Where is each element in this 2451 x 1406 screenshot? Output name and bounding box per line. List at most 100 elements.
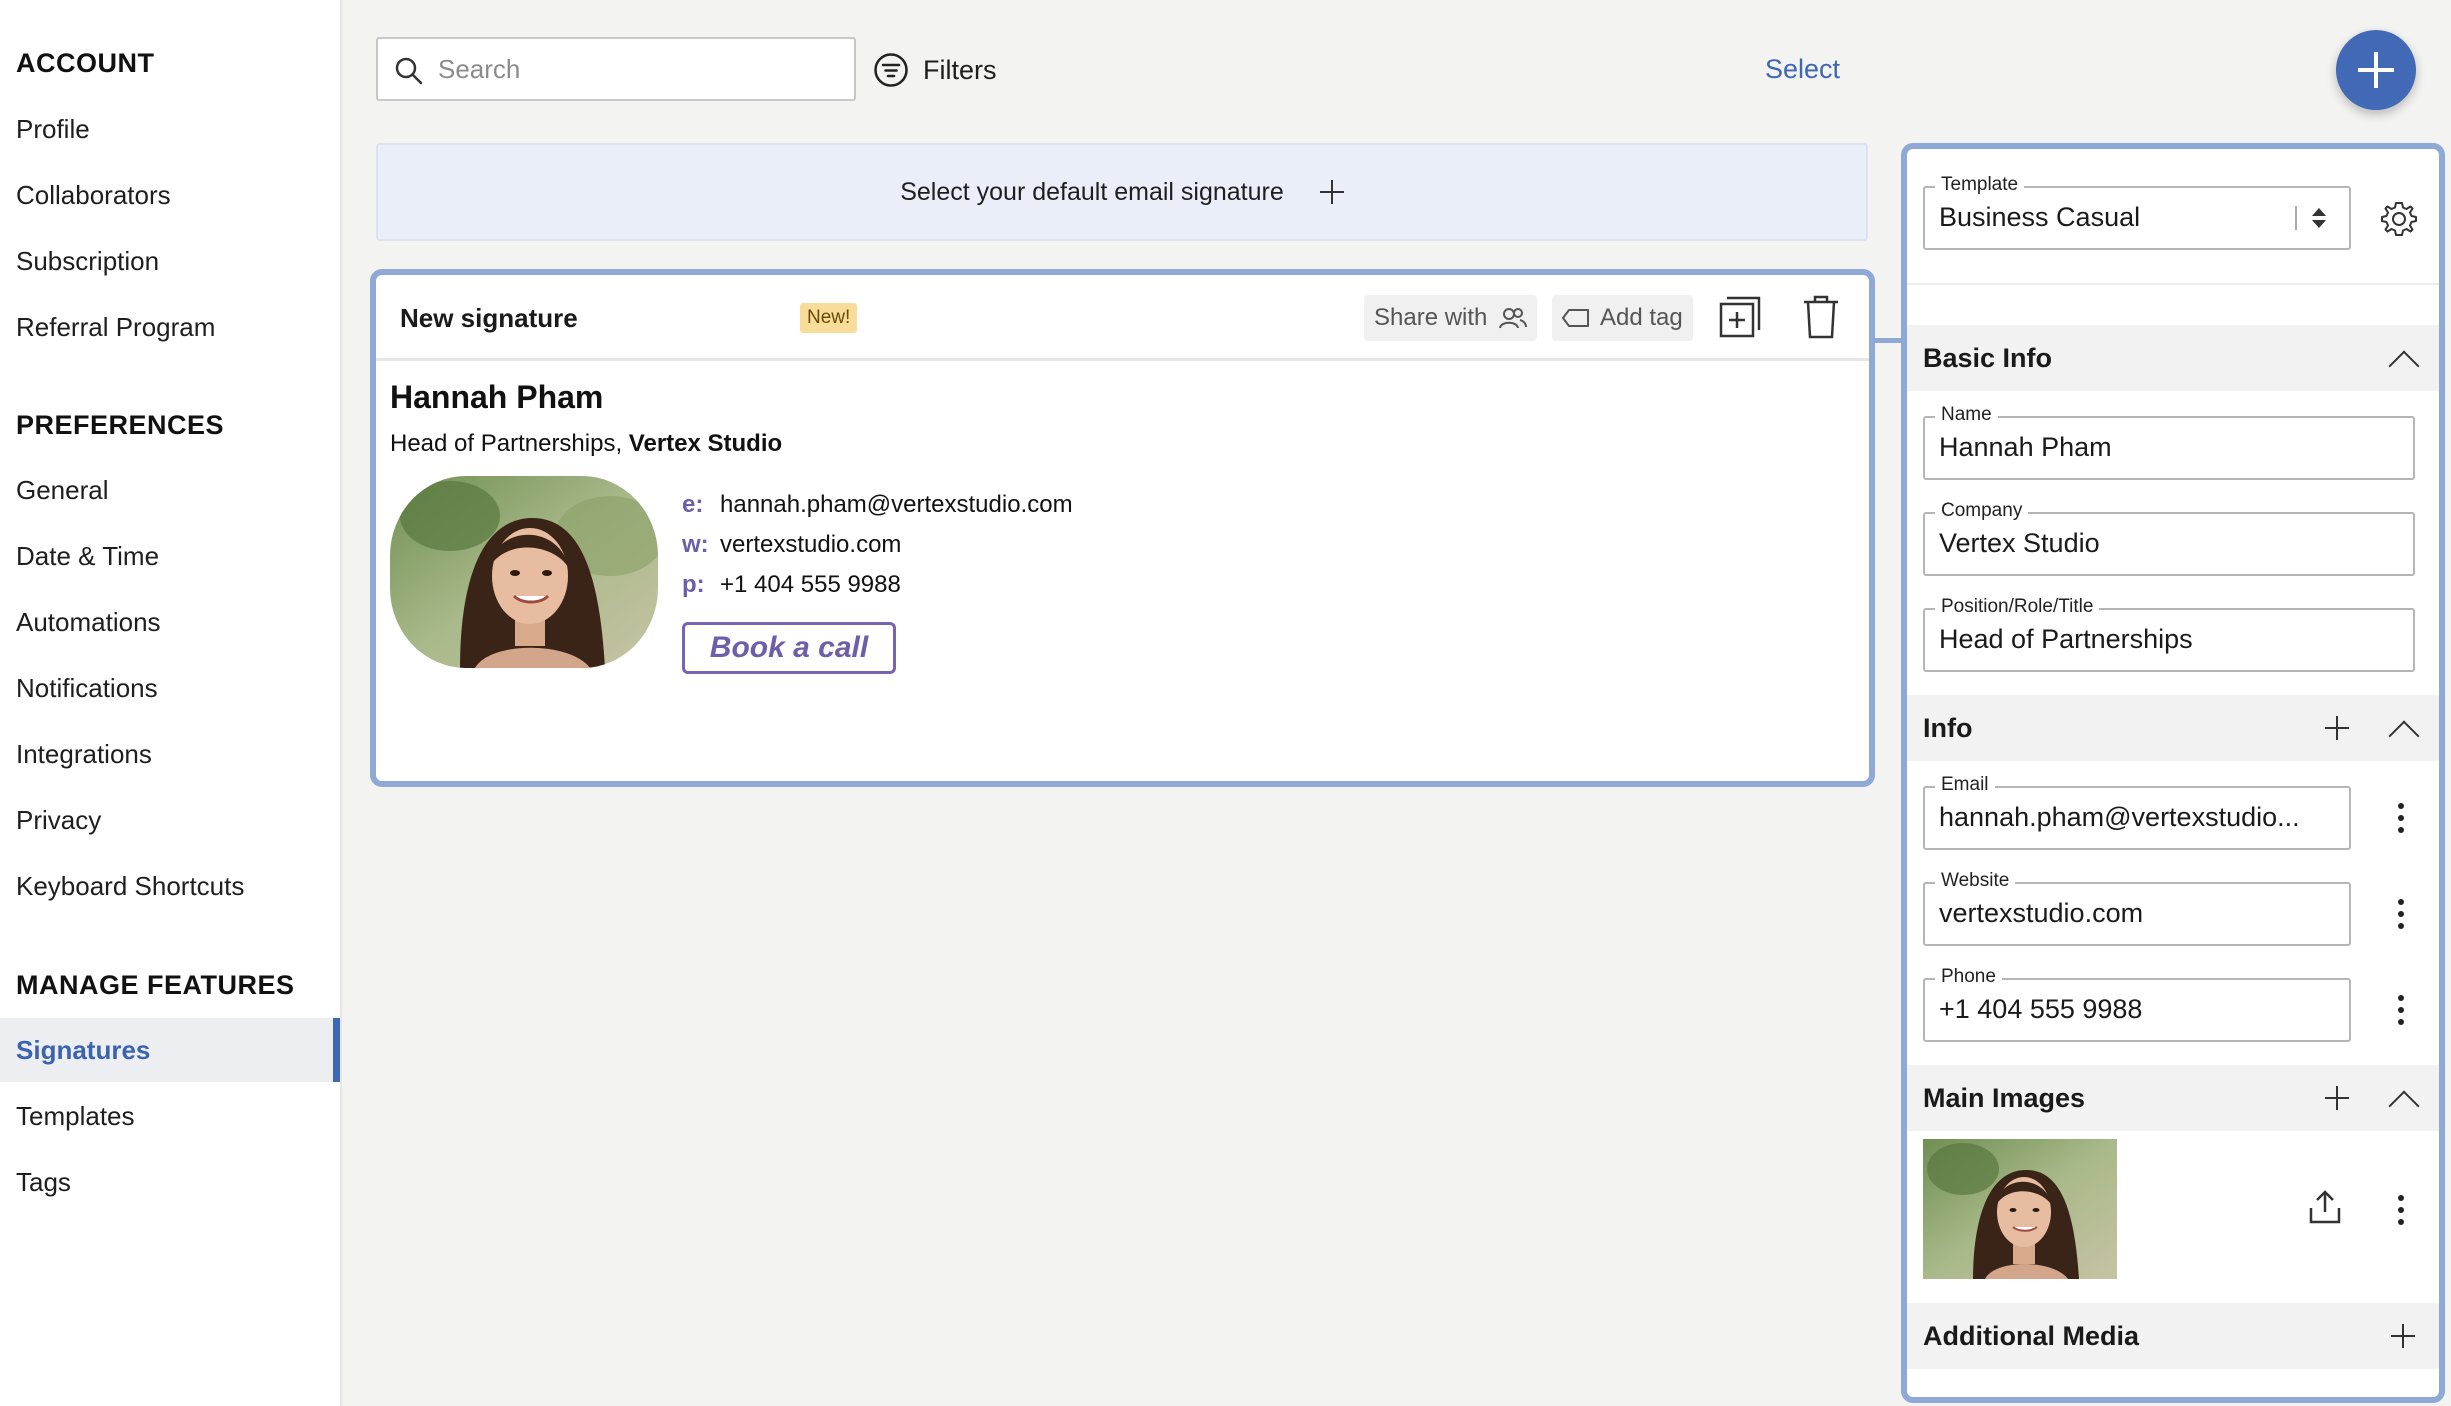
signature-card-header: New signature New! Share with Add tag: [376, 275, 1869, 361]
info-title: Info: [1923, 713, 1973, 743]
website-label: w:: [682, 531, 709, 558]
position-label: Position/Role/Title: [1935, 596, 2100, 618]
sidebar-item-profile[interactable]: Profile: [0, 97, 340, 161]
phone-label: p:: [682, 571, 705, 598]
share-with-button[interactable]: Share with: [1364, 295, 1538, 341]
new-badge: New!: [800, 303, 858, 333]
template-label: Template: [1935, 174, 2025, 196]
upload-icon[interactable]: [2309, 1190, 2341, 1224]
signature-editor-panel: Template Business Casual Basic Info Name…: [1901, 143, 2445, 1403]
sort-updown-icon: [2295, 206, 2326, 230]
signature-contacts: e: hannah.pham@vertexstudio.com w: vertexs…: [682, 485, 1073, 605]
sidebar-item-privacy[interactable]: Privacy: [0, 788, 340, 852]
position-value: Head of Partnerships: [1939, 624, 2193, 654]
chevron-up-icon[interactable]: [2388, 720, 2420, 752]
signature-role-title: Head of Partnerships,: [390, 430, 623, 457]
signature-phone-row[interactable]: p: +1 404 555 9988: [682, 565, 1073, 605]
sidebar-item-tags[interactable]: Tags: [0, 1150, 340, 1214]
name-value: Hannah Pham: [1939, 432, 2112, 462]
select-link[interactable]: Select: [1765, 54, 1840, 85]
plus-icon[interactable]: [2391, 1324, 2415, 1348]
filters-label: Filters: [923, 54, 997, 85]
book-a-call-button[interactable]: Book a call: [682, 622, 896, 674]
name-label: Name: [1935, 404, 1998, 426]
plus-icon[interactable]: [2325, 716, 2349, 740]
website-value: vertexstudio.com: [1939, 898, 2144, 928]
main-images-title: Main Images: [1923, 1083, 2086, 1113]
filters-button[interactable]: Filters: [873, 48, 997, 92]
sidebar-item-integrations[interactable]: Integrations: [0, 722, 340, 786]
website-field[interactable]: Website vertexstudio.com: [1923, 870, 2351, 946]
template-select[interactable]: Template Business Casual: [1923, 174, 2351, 250]
signature-website[interactable]: vertexstudio.com: [720, 531, 901, 558]
sidebar-item-collaborators[interactable]: Collaborators: [0, 163, 340, 227]
add-signature-button[interactable]: [2336, 30, 2416, 110]
sidebar-item-date-time[interactable]: Date & Time: [0, 524, 340, 588]
signature-email-row[interactable]: e: hannah.pham@vertexstudio.com: [682, 485, 1073, 525]
banner-text: Select your default email signature: [900, 177, 1284, 206]
signature-company: Vertex Studio: [628, 430, 783, 457]
filter-icon: [874, 53, 908, 87]
info-section-header[interactable]: Info: [1907, 695, 2439, 761]
gear-icon[interactable]: [2379, 199, 2419, 239]
sidebar-item-notifications[interactable]: Notifications: [0, 656, 340, 720]
email-label: e:: [682, 491, 704, 518]
add-tag-button[interactable]: Add tag: [1552, 295, 1693, 341]
more-vertical-icon[interactable]: [2397, 1193, 2405, 1227]
preferences-heading: PREFERENCES: [16, 410, 225, 440]
main-image-thumbnail[interactable]: [1923, 1139, 2117, 1279]
email-field-label: Email: [1935, 774, 1995, 796]
company-field[interactable]: Company Vertex Studio: [1923, 500, 2415, 576]
sidebar-item-general[interactable]: General: [0, 458, 340, 522]
name-field[interactable]: Name Hannah Pham: [1923, 404, 2415, 480]
plus-icon[interactable]: [1319, 180, 1344, 204]
sidebar-item-automations[interactable]: Automations: [0, 590, 340, 654]
signature-phone[interactable]: +1 404 555 9988: [720, 571, 901, 598]
signature-email[interactable]: hannah.pham@vertexstudio.com: [720, 491, 1073, 518]
chevron-up-icon[interactable]: [2388, 1090, 2420, 1122]
account-heading: ACCOUNT: [16, 48, 155, 78]
search-icon: [395, 57, 423, 85]
additional-media-section-header[interactable]: Additional Media: [1907, 1303, 2439, 1369]
additional-media-title: Additional Media: [1923, 1321, 2139, 1351]
panel-divider: [1907, 283, 2439, 313]
phone-field[interactable]: Phone +1 404 555 9988: [1923, 966, 2351, 1042]
phone-field-label: Phone: [1935, 966, 2002, 988]
add-tag-label: Add tag: [1600, 304, 1683, 331]
email-value: hannah.pham@vertexstudio...: [1939, 802, 2300, 832]
position-field[interactable]: Position/Role/Title Head of Partnerships: [1923, 596, 2415, 672]
sidebar-item-keyboard-shortcuts[interactable]: Keyboard Shortcuts: [0, 854, 340, 918]
more-vertical-icon[interactable]: [2397, 897, 2405, 931]
share-with-label: Share with: [1374, 304, 1488, 331]
signature-website-row[interactable]: w: vertexstudio.com: [682, 525, 1073, 565]
sidebar-item-referral-program[interactable]: Referral Program: [0, 295, 340, 359]
main-images-section-header[interactable]: Main Images: [1907, 1065, 2439, 1131]
search-box[interactable]: [376, 37, 856, 101]
signature-role: Head of Partnerships, Vertex Studio: [390, 430, 782, 458]
default-signature-banner[interactable]: Select your default email signature: [376, 143, 1868, 241]
signature-card[interactable]: New signature New! Share with Add tag Ha…: [370, 269, 1875, 787]
tag-icon: [1562, 309, 1589, 327]
basic-info-title: Basic Info: [1923, 343, 2053, 373]
search-input[interactable]: [438, 47, 838, 91]
chevron-up-icon[interactable]: [2388, 350, 2420, 382]
plus-icon[interactable]: [2325, 1086, 2349, 1110]
basic-info-section-header[interactable]: Basic Info: [1907, 325, 2439, 391]
users-icon: [1499, 308, 1528, 329]
email-field[interactable]: Email hannah.pham@vertexstudio...: [1923, 774, 2351, 850]
signature-photo: [390, 476, 658, 668]
signature-title[interactable]: New signature: [400, 303, 578, 334]
company-label: Company: [1935, 500, 2029, 522]
sidebar-item-subscription[interactable]: Subscription: [0, 229, 340, 293]
template-value: Business Casual: [1939, 202, 2141, 232]
duplicate-icon[interactable]: [1718, 295, 1762, 339]
trash-icon[interactable]: [1802, 295, 1840, 339]
settings-sidebar: ACCOUNT Profile Collaborators Subscripti…: [0, 0, 342, 1406]
more-vertical-icon[interactable]: [2397, 801, 2405, 835]
phone-value: +1 404 555 9988: [1939, 994, 2143, 1024]
manage-features-heading: MANAGE FEATURES: [16, 970, 295, 1000]
signature-name: Hannah Pham: [390, 379, 604, 415]
more-vertical-icon[interactable]: [2397, 993, 2405, 1027]
sidebar-item-signatures[interactable]: Signatures: [0, 1018, 340, 1082]
sidebar-item-templates[interactable]: Templates: [0, 1084, 340, 1148]
